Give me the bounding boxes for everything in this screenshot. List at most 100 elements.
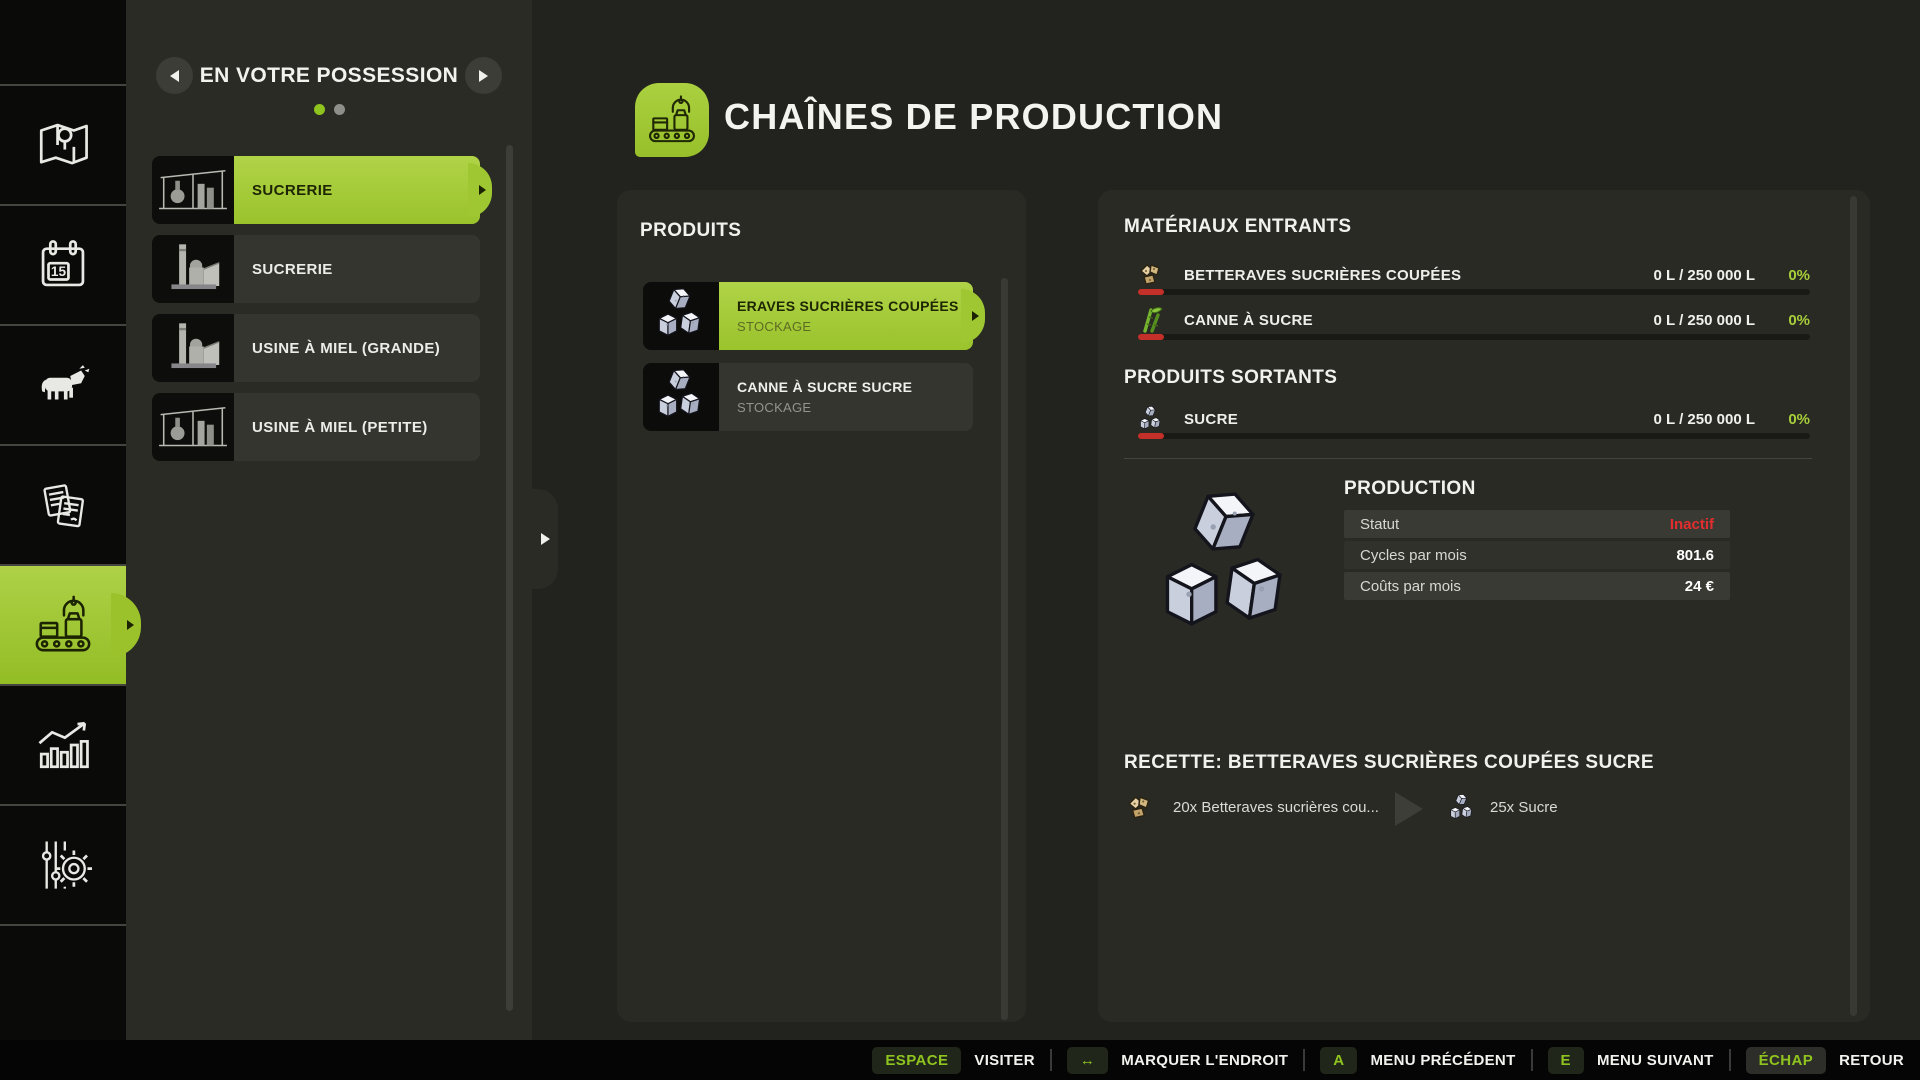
documents-icon [43,484,84,528]
beet-pieces-icon [1126,794,1154,822]
hint-next-menu[interactable]: E MENU SUIVANT [1547,1046,1714,1074]
sugar-cubes-icon [654,369,708,425]
sugar-cane-icon [1138,307,1164,333]
inputs-section-title: MATÉRIAUX ENTRANTS [1124,216,1352,237]
product-label-area: CANNE À SUCRE SUCRE STOCKAGE [719,363,973,431]
product-subtitle: STOCKAGE [737,400,812,415]
factory-photo-icon [156,162,230,218]
hint-separator [1530,1049,1533,1071]
sidebar-item-production[interactable] [0,566,141,686]
production-chain-icon [32,594,94,656]
material-label: SUCRE [1184,410,1239,428]
hint-mark-spot[interactable]: ↔ MARQUER L'ENDROIT [1066,1046,1289,1074]
hint-separator [1303,1049,1306,1071]
factory-item-sucrerie-1[interactable]: SUCRERIE [152,156,492,224]
chevron-right-icon [479,185,486,195]
prev-page-button[interactable] [156,57,193,94]
material-fill-percent: 0% [1788,266,1810,284]
stat-value-status: Inactif [1669,515,1714,533]
sidebar-item-statistics[interactable] [0,686,126,806]
factory-label: SUCRERIE [252,260,333,278]
factory-photo-icon [156,399,230,455]
arrow-left-icon [170,69,179,82]
factory-thumbnail [152,156,234,224]
hint-label: VISITER [974,1051,1035,1069]
factory-list: SUCRERIE SUCRERIE USINE À MIEL (GRANDE) … [152,156,492,461]
material-fill-percent: 0% [1788,410,1810,428]
factory-photo-icon [156,241,230,297]
products-title: PRODUITS [640,220,742,241]
table-row-couts: Coûts par mois 24 € [1344,572,1730,600]
selected-bump [961,289,985,343]
product-list-scrollbar[interactable] [1001,278,1008,1020]
hint-separator [1049,1049,1052,1071]
sugar-cubes-icon [1138,406,1164,433]
product-subtitle: STOCKAGE [737,319,812,334]
sidebar-item-settings[interactable] [0,806,126,926]
hint-separator [1728,1049,1731,1071]
sidebar-nav: 15 [0,0,141,1040]
product-title: ERAVES SUCRIÈRES COUPÉES [737,298,959,314]
outputs-section-title: PRODUITS SORTANTS [1124,367,1338,388]
stat-label: Cycles par mois [1360,546,1467,564]
page-dot-active[interactable] [313,104,325,115]
factory-item-usine-miel-grande[interactable]: USINE À MIEL (GRANDE) [152,314,480,382]
statistics-icon [38,721,89,769]
recipe-arrow-icon [1395,792,1423,826]
page-dot[interactable] [333,104,345,115]
factory-label-area: SUCRERIE [234,235,480,303]
production-chain-icon [646,94,698,146]
key-tab: ↔ [1066,1046,1109,1074]
progress-fill [1138,289,1164,295]
panel-expand-handle[interactable] [531,489,558,589]
material-label: CANNE À SUCRE [1184,311,1313,329]
owned-panel-header: EN VOTRE POSSESSION [156,57,502,94]
factory-photo-icon [156,320,230,376]
factory-list-scrollbar[interactable] [506,145,513,1011]
nav-spacer [0,0,126,86]
progress-fill [1138,334,1164,340]
table-row-cycles: Cycles par mois 801.6 [1344,541,1730,569]
calendar-icon: 15 [41,240,85,287]
factory-item-sucrerie-2[interactable]: SUCRERIE [152,235,480,303]
key-hints-bar: ESPACE VISITER ↔ MARQUER L'ENDROIT A MEN… [0,1040,1920,1080]
hint-label: RETOUR [1839,1051,1904,1069]
hint-visit[interactable]: ESPACE VISITER [872,1046,1035,1074]
chevron-right-icon [972,311,979,321]
sidebar-item-contracts[interactable] [0,446,126,566]
factory-label: USINE À MIEL (PETITE) [252,418,428,436]
product-label-area: ERAVES SUCRIÈRES COUPÉES STOCKAGE [719,282,973,350]
stat-label: Coûts par mois [1360,577,1461,595]
recipe-row: 20x Betteraves sucrières cou... 25x Sucr… [1124,788,1834,830]
hint-back[interactable]: ÉCHAP RETOUR [1745,1046,1904,1074]
recipe-output-text: 25x Sucre [1490,799,1558,816]
owned-factories-panel: EN VOTRE POSSESSION SUCRERIE SUCRERIE US… [126,0,532,1040]
hint-label: MENU SUIVANT [1596,1051,1714,1069]
product-thumbnail [643,363,719,431]
production-section-title: PRODUCTION [1344,478,1476,499]
sidebar-item-calendar[interactable]: 15 [0,206,126,326]
factory-label-area: USINE À MIEL (GRANDE) [234,314,480,382]
details-scrollbar[interactable] [1850,196,1857,1016]
hint-prev-menu[interactable]: A MENU PRÉCÉDENT [1320,1046,1515,1074]
product-title: CANNE À SUCRE SUCRE [737,379,913,395]
arrow-right-icon [541,533,550,545]
product-item-betteraves-sucre[interactable]: ERAVES SUCRIÈRES COUPÉES STOCKAGE [643,282,985,350]
input-row-betteraves: BETTERAVES SUCRIÈRES COUPÉES 0 L / 250 0… [1138,260,1810,290]
sugar-cubes-icon [654,288,708,344]
cow-icon [41,365,90,400]
factory-thumbnail [152,314,234,382]
next-page-button[interactable] [465,57,502,94]
products-panel: PRODUITS ERAVES SUCRIÈRES COUPÉES STOCKA… [617,190,1026,1022]
hint-label: MARQUER L'ENDROIT [1121,1051,1289,1069]
factory-item-usine-miel-petite[interactable]: USINE À MIEL (PETITE) [152,393,480,461]
recipe-input-text: 20x Betteraves sucrières cou... [1173,799,1379,816]
production-details-panel: MATÉRIAUX ENTRANTS BETTERAVES SUCRIÈRES … [1098,190,1870,1022]
sidebar-item-animals[interactable] [0,326,126,446]
material-progress-bar [1138,289,1810,295]
key-a: A [1320,1046,1358,1074]
page-dots [126,104,532,115]
sidebar-item-map[interactable] [0,86,126,206]
product-item-canne-sucre[interactable]: CANNE À SUCRE SUCRE STOCKAGE [643,363,973,431]
page-title: CHAÎNES DE PRODUCTION [724,96,1224,137]
